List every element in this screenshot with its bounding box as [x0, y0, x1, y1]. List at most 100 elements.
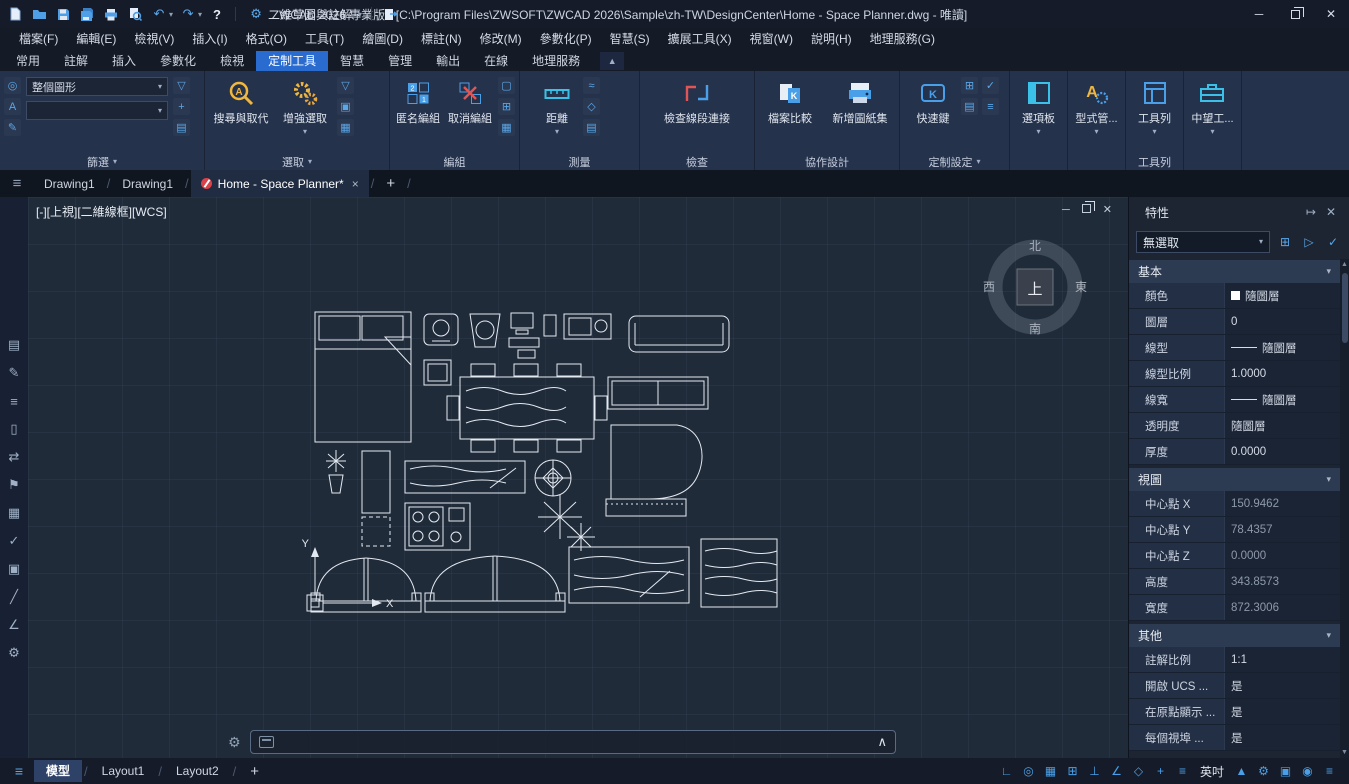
- match-properties-icon[interactable]: ▤: [4, 335, 24, 355]
- ribbon-tab[interactable]: 常用: [4, 51, 52, 71]
- edit-filter-icon[interactable]: ✎: [4, 119, 21, 136]
- property-value[interactable]: 是: [1224, 699, 1340, 724]
- document-tab[interactable]: Drawing1 /: [34, 170, 112, 197]
- new-file-icon[interactable]: [6, 5, 24, 23]
- compass-north[interactable]: 北: [1029, 239, 1041, 253]
- new-tab-button[interactable]: +: [376, 175, 405, 192]
- document-tab[interactable]: Drawing1 /: [112, 170, 190, 197]
- edit-block-icon[interactable]: ✎: [4, 363, 24, 383]
- help-icon[interactable]: ?: [208, 5, 226, 23]
- filter-scope-dropdown[interactable]: 整個圖形▾: [26, 77, 168, 96]
- menu-item[interactable]: 地理服務(G): [861, 28, 944, 50]
- select-similar-icon[interactable]: ▣: [337, 98, 354, 115]
- viewport-icon[interactable]: ▣: [4, 559, 24, 579]
- property-value[interactable]: 隨圖層: [1224, 413, 1340, 438]
- snap-icon[interactable]: ⊞: [1063, 762, 1082, 781]
- workspace-switcher[interactable]: ⚙ 二維草圖與註解 ▾: [249, 5, 362, 23]
- layout-tab[interactable]: 模型 /: [34, 760, 90, 782]
- viewport-close-icon[interactable]: ✕: [1103, 203, 1112, 216]
- annotation-visibility-icon[interactable]: ▲: [1232, 762, 1251, 781]
- ribbon-tab[interactable]: 參數化: [148, 51, 208, 71]
- menu-item[interactable]: 修改(M): [471, 28, 531, 50]
- select-all-icon[interactable]: ▦: [337, 119, 354, 136]
- search-replace-button[interactable]: A 搜尋與取代: [208, 75, 274, 153]
- new-sheet-set-button[interactable]: 新增圖紙集: [826, 75, 894, 153]
- ucs-status-icon[interactable]: ∟: [997, 762, 1016, 781]
- compass-west[interactable]: 西: [983, 280, 995, 294]
- plot-preview-icon[interactable]: [126, 5, 144, 23]
- open-folder-icon[interactable]: [30, 5, 48, 23]
- minimize-button[interactable]: ─: [1241, 0, 1277, 28]
- layout-tab[interactable]: Layout1 /: [90, 760, 164, 782]
- property-value[interactable]: 隨圖層: [1224, 283, 1340, 308]
- group-manager-icon[interactable]: ▦: [498, 119, 515, 136]
- clean-screen-icon[interactable]: ▣: [1276, 762, 1295, 781]
- toolbox-button[interactable]: 中望工... ▾: [1191, 75, 1233, 153]
- new-layout-button[interactable]: +: [240, 763, 269, 780]
- view-compass[interactable]: 上 北 南 西 東: [983, 239, 1087, 336]
- property-value[interactable]: 隨圖層: [1224, 387, 1340, 412]
- property-section-header[interactable]: 視圖▾: [1129, 468, 1340, 491]
- layout-tab[interactable]: Layout2 /: [164, 760, 238, 782]
- property-value[interactable]: 78.4357: [1224, 517, 1340, 542]
- list-view-icon[interactable]: ≡: [4, 391, 24, 411]
- viewport-minimize-icon[interactable]: ─: [1062, 204, 1070, 216]
- chevron-down-icon[interactable]: ▾: [169, 10, 173, 19]
- menu-item[interactable]: 工具(T): [296, 28, 353, 50]
- polyline-icon[interactable]: ╱: [4, 587, 24, 607]
- otrack-icon[interactable]: +: [1151, 762, 1170, 781]
- property-value[interactable]: 1:1: [1224, 647, 1340, 672]
- add-filter-icon[interactable]: +: [173, 98, 190, 115]
- auto-hide-icon[interactable]: ↦: [1301, 205, 1321, 219]
- menu-item[interactable]: 檢視(V): [125, 28, 183, 50]
- panel-label-customize[interactable]: 定制設定▾: [900, 153, 1009, 170]
- file-compare-button[interactable]: K 檔案比較: [760, 75, 820, 153]
- property-value[interactable]: 343.8573: [1224, 569, 1340, 594]
- command-settings-gear-icon[interactable]: ⚙: [228, 734, 241, 751]
- swap-icon[interactable]: ⇄: [4, 447, 24, 467]
- menu-icon[interactable]: ≡: [1320, 762, 1339, 781]
- panel-label-group[interactable]: 編組: [390, 153, 519, 170]
- area-icon[interactable]: ≈: [583, 77, 600, 94]
- undo-icon[interactable]: ↶: [150, 5, 168, 23]
- enhanced-select-button[interactable]: 增強選取 ▾: [276, 75, 334, 153]
- funnel-icon[interactable]: ▽: [337, 77, 354, 94]
- ribbon-tab[interactable]: 管理: [376, 51, 424, 71]
- ribbon-tab[interactable]: 檢視: [208, 51, 256, 71]
- status-menu-icon[interactable]: ≡: [6, 763, 32, 779]
- panel-label-select[interactable]: 選取▾: [205, 153, 389, 170]
- compass-south[interactable]: 南: [1029, 321, 1041, 336]
- menu-item[interactable]: 視窗(W): [741, 28, 802, 50]
- panel-label-collab[interactable]: 協作設計: [755, 153, 899, 170]
- restore-button[interactable]: [1277, 0, 1313, 28]
- property-value[interactable]: 0.0000: [1224, 439, 1340, 464]
- tab-menu-icon[interactable]: ≡: [0, 175, 34, 192]
- print-icon[interactable]: [102, 5, 120, 23]
- settings-icon[interactable]: ⚙: [4, 643, 24, 663]
- property-value[interactable]: 1.0000: [1224, 361, 1340, 386]
- filter-value-dropdown[interactable]: ▾: [26, 101, 168, 120]
- check-segment-button[interactable]: 檢查線段連接: [647, 75, 747, 153]
- toolbar-button[interactable]: 工具列 ▾: [1138, 75, 1171, 153]
- ribbon-tab[interactable]: 輸出: [424, 51, 472, 71]
- ortho-icon[interactable]: ⊥: [1085, 762, 1104, 781]
- viewport-restore-icon[interactable]: [1082, 204, 1091, 216]
- compass-top-button[interactable]: 上: [1027, 281, 1042, 298]
- text-filter-icon[interactable]: A: [4, 98, 21, 115]
- layer-list-icon[interactable]: ▤: [173, 119, 190, 136]
- angle-icon[interactable]: ∠: [4, 615, 24, 635]
- ungroup-button[interactable]: 取消編組: [445, 75, 495, 153]
- ribbon-tab[interactable]: 插入: [100, 51, 148, 71]
- property-value[interactable]: 0.0000: [1224, 543, 1340, 568]
- ribbon-tab[interactable]: 定制工具: [256, 51, 328, 71]
- check-icon[interactable]: ✓: [982, 77, 999, 94]
- menu-item[interactable]: 擴展工具(X): [659, 28, 741, 50]
- drawing-viewport[interactable]: Y X 上 北 南 西 東 [-][上視][二維線框][WCS] ─ ✕ ⚙: [28, 197, 1128, 758]
- menu-item[interactable]: 智慧(S): [601, 28, 659, 50]
- ribbon-tab[interactable]: 註解: [52, 51, 100, 71]
- property-section-header[interactable]: 其他▾: [1129, 624, 1340, 647]
- scroll-down-icon[interactable]: ▼: [1340, 747, 1349, 758]
- funnel-icon[interactable]: ▽: [173, 77, 190, 94]
- block-icon[interactable]: ▦: [4, 503, 24, 523]
- select-cursor-icon[interactable]: ◎: [4, 77, 21, 94]
